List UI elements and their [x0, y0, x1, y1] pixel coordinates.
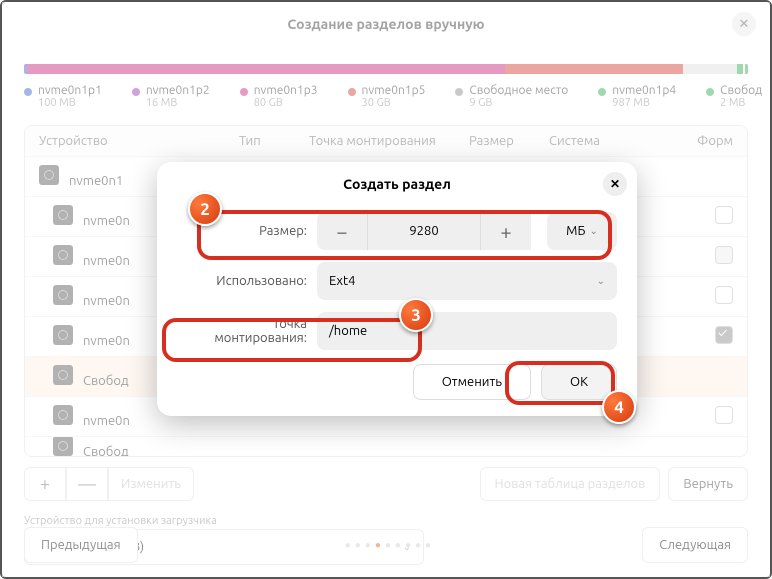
size-label: Размер: — [177, 224, 307, 238]
close-icon[interactable]: ✕ — [603, 172, 627, 196]
cancel-button[interactable]: Отменить — [413, 364, 531, 400]
used-label: Использовано: — [177, 274, 307, 288]
create-partition-dialog: Создать раздел ✕ Размер: − 9280 + МБ⌄ Ис… — [157, 162, 637, 416]
unit-select[interactable]: МБ⌄ — [547, 212, 617, 250]
filesystem-select[interactable]: Ext4⌄ — [317, 262, 617, 300]
mount-label: Точка монтирования: — [177, 317, 307, 345]
mount-point-input[interactable]: /home — [317, 312, 617, 350]
chevron-down-icon: ⌄ — [589, 225, 597, 237]
dialog-title: Создать раздел — [343, 176, 451, 192]
chevron-down-icon: ⌄ — [597, 275, 605, 287]
size-stepper[interactable]: − 9280 + — [317, 212, 531, 250]
ok-button[interactable]: OK — [541, 364, 617, 400]
plus-button[interactable]: + — [481, 212, 531, 250]
size-value[interactable]: 9280 — [367, 212, 481, 250]
minus-button[interactable]: − — [317, 212, 367, 250]
